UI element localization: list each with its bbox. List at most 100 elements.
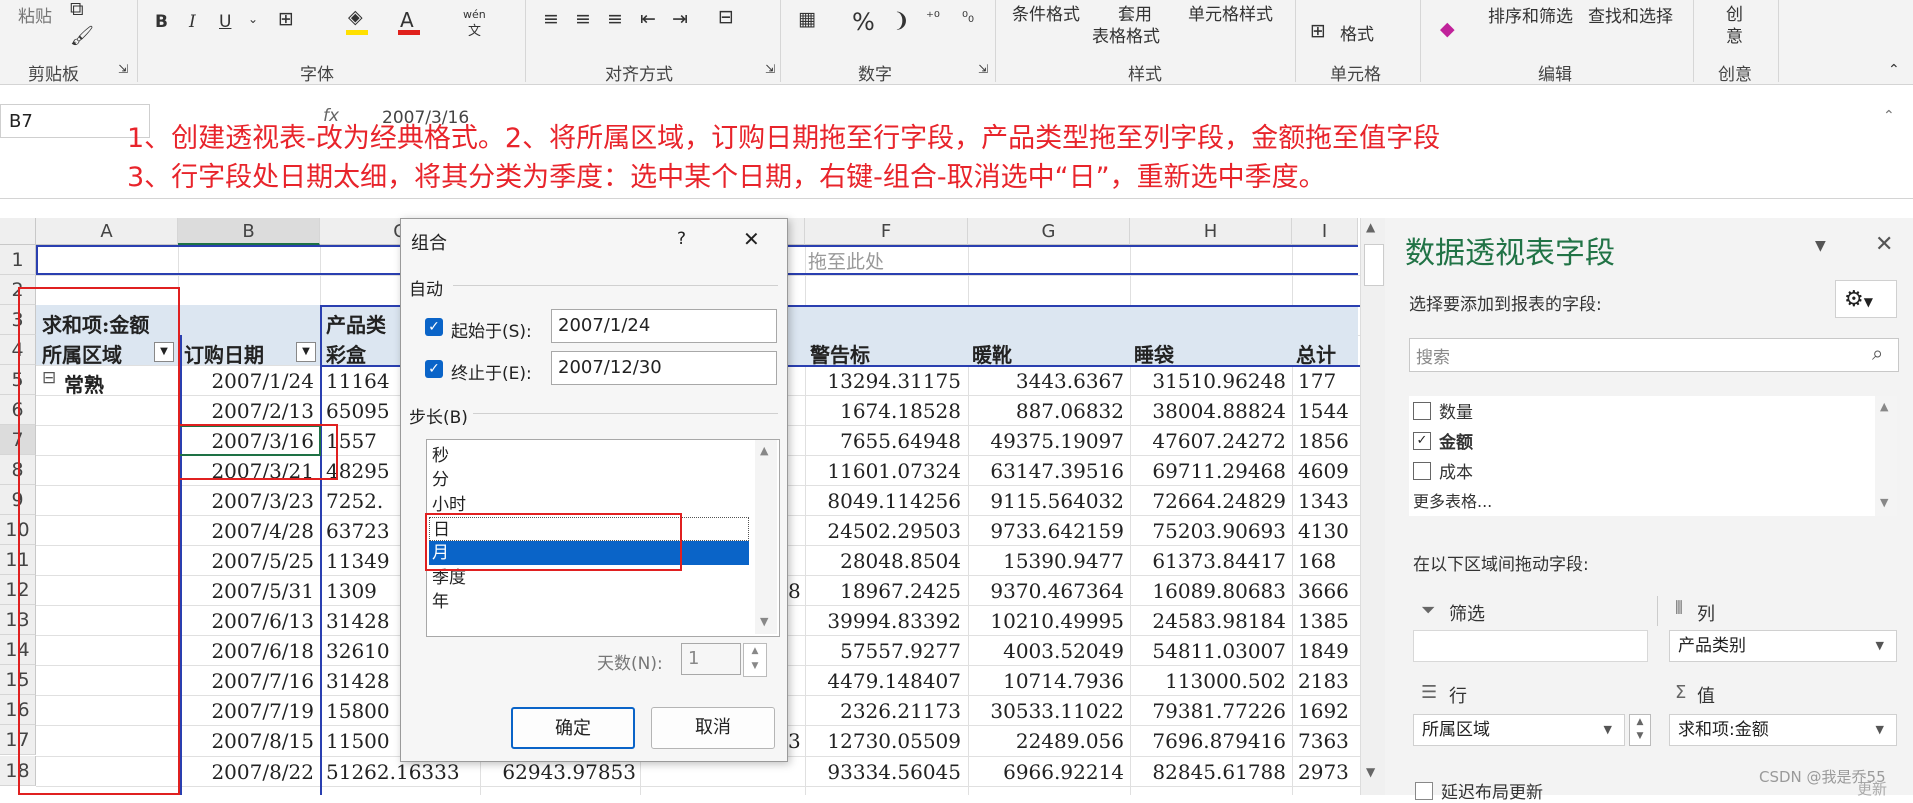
scroll-down-icon[interactable]: ▼ xyxy=(1366,765,1375,779)
table-cell[interactable]: 54811.03007 xyxy=(1130,639,1286,663)
table-cell[interactable]: 2007/8/15 xyxy=(178,729,314,753)
table-cell[interactable]: 38004.88824 xyxy=(1130,399,1286,423)
table-cell[interactable]: 4003.52049 xyxy=(968,639,1124,663)
column-header-f[interactable]: F xyxy=(805,218,968,245)
list-item[interactable]: 秒 xyxy=(429,444,749,468)
table-cell[interactable]: 57557.9277 xyxy=(805,639,961,663)
format-icon[interactable]: ⊞ xyxy=(1310,20,1326,42)
table-cell[interactable]: 2007/1/24 xyxy=(178,369,314,393)
conditional-format-button[interactable]: 条件格式 xyxy=(1012,0,1080,25)
cell-styles-button[interactable]: 单元格样式 xyxy=(1188,0,1273,25)
underline-button[interactable]: U xyxy=(219,12,231,32)
format-painter-icon[interactable]: 🖌 xyxy=(70,24,94,47)
days-spinner[interactable]: ▲ ▼ xyxy=(743,643,767,677)
table-cell[interactable]: 49375.19097 xyxy=(968,429,1124,453)
field-label[interactable]: 成本 xyxy=(1439,458,1473,483)
increase-decimal-icon[interactable]: ⁺⁰ xyxy=(926,8,940,26)
table-cell[interactable]: 1343 xyxy=(1298,489,1360,513)
table-cell[interactable]: 10210.49995 xyxy=(968,609,1124,633)
table-cell[interactable]: 2007/6/18 xyxy=(178,639,314,663)
table-cell[interactable]: 3666 xyxy=(1298,579,1360,603)
scroll-thumb[interactable] xyxy=(1364,244,1384,286)
table-cell[interactable]: 2183 xyxy=(1298,669,1360,693)
table-cell[interactable]: 39994.83392 xyxy=(805,609,961,633)
table-cell[interactable]: 4130 xyxy=(1298,519,1360,543)
table-cell[interactable]: 1674.18528 xyxy=(805,399,961,423)
indent-decrease-icon[interactable]: ⇤ xyxy=(640,8,656,30)
column-field-chip[interactable]: 产品类别 ▼ xyxy=(1669,630,1897,662)
table-cell[interactable]: 22489.056 xyxy=(968,729,1124,753)
table-cell[interactable]: 1692 xyxy=(1298,699,1360,723)
table-cell[interactable]: 1849 xyxy=(1298,639,1360,663)
table-cell[interactable]: 62943.97853 xyxy=(480,760,636,784)
table-cell[interactable]: 61373.84417 xyxy=(1130,549,1286,573)
paste-button[interactable]: 粘贴 xyxy=(18,2,52,27)
format-button[interactable]: 格式 xyxy=(1340,20,1374,45)
column-header-g[interactable]: G xyxy=(968,218,1130,245)
chevron-down-icon[interactable]: ▼ xyxy=(1876,715,1884,745)
table-cell[interactable]: 51262.16333 xyxy=(326,760,480,784)
table-cell[interactable]: 79381.77226 xyxy=(1130,699,1286,723)
pane-options-icon[interactable]: ▼ xyxy=(1815,238,1826,254)
table-cell[interactable]: 9115.564032 xyxy=(968,489,1124,513)
row-header[interactable]: 1 xyxy=(0,245,36,276)
align-right-icon[interactable]: ≡ xyxy=(607,8,623,30)
table-cell[interactable]: 82845.61788 xyxy=(1130,760,1286,784)
table-cell[interactable]: 2007/4/28 xyxy=(178,519,314,543)
table-cell[interactable]: 2973 xyxy=(1298,760,1360,784)
italic-button[interactable]: I xyxy=(189,12,196,32)
table-cell[interactable]: 7363 xyxy=(1298,729,1360,753)
fill-color-icon[interactable]: ◈ xyxy=(348,6,363,28)
column-field-label[interactable]: 产品类 xyxy=(326,309,386,338)
start-checkbox[interactable]: ✓ xyxy=(425,318,443,336)
table-cell[interactable]: 72664.24829 xyxy=(1130,489,1286,513)
field-search-input[interactable]: 搜索 ⌕ xyxy=(1409,338,1899,372)
vertical-scrollbar[interactable]: ▲ ▼ xyxy=(1360,218,1386,795)
font-color-button[interactable]: A xyxy=(400,8,414,32)
list-item[interactable]: 分 xyxy=(429,468,749,492)
comma-button[interactable]: ❩ xyxy=(893,8,910,32)
scroll-up-icon[interactable]: ▲ xyxy=(760,444,768,457)
table-cell[interactable]: 2007/7/19 xyxy=(178,699,314,723)
table-cell[interactable]: 113000.502 xyxy=(1130,669,1286,693)
column-header-b[interactable]: B xyxy=(178,218,320,245)
table-cell[interactable]: 13294.31175 xyxy=(805,369,961,393)
table-cell[interactable]: 93334.56045 xyxy=(805,760,961,784)
table-cell[interactable]: 7655.64948 xyxy=(805,429,961,453)
table-cell[interactable]: 30533.11022 xyxy=(968,699,1124,723)
table-cell[interactable]: 1385 xyxy=(1298,609,1360,633)
table-cell[interactable]: 2007/3/23 xyxy=(178,489,314,513)
end-checkbox[interactable]: ✓ xyxy=(425,360,443,378)
table-cell[interactable]: 11601.07324 xyxy=(805,459,961,483)
gear-icon[interactable]: ⚙▼ xyxy=(1835,280,1897,318)
table-cell[interactable]: 8 xyxy=(788,579,801,603)
table-cell[interactable]: 15390.9477 xyxy=(968,549,1124,573)
dialog-launcher-icon[interactable]: ⇲ xyxy=(765,62,775,76)
bold-button[interactable]: B xyxy=(155,12,168,32)
table-cell[interactable]: 887.06832 xyxy=(968,399,1124,423)
currency-icon[interactable]: ▦ xyxy=(798,8,816,30)
table-cell[interactable]: 177 xyxy=(1298,369,1360,393)
copy-icon[interactable]: ⧉ xyxy=(70,0,84,20)
sort-filter-button[interactable]: 排序和筛选 xyxy=(1488,2,1573,27)
table-cell[interactable]: 10714.7936 xyxy=(968,669,1124,693)
scroll-up-icon[interactable]: ▲ xyxy=(1366,220,1375,234)
days-input[interactable]: 1 xyxy=(681,643,741,675)
more-tables-link[interactable]: 更多表格... xyxy=(1413,488,1492,512)
indent-increase-icon[interactable]: ⇥ xyxy=(672,8,688,30)
table-cell[interactable]: 1856 xyxy=(1298,429,1360,453)
table-cell[interactable]: 2007/2/13 xyxy=(178,399,314,423)
table-cell[interactable]: 3443.6367 xyxy=(968,369,1124,393)
collapse-ribbon-icon[interactable]: ⌃ xyxy=(1888,62,1900,78)
listbox-scrollbar[interactable]: ▲ ▼ xyxy=(755,440,777,634)
table-cell[interactable]: 4479.148407 xyxy=(805,669,961,693)
defer-update-checkbox[interactable] xyxy=(1415,782,1433,800)
filter-drop-area[interactable] xyxy=(1413,630,1648,662)
cancel-button[interactable]: 取消 xyxy=(651,707,775,749)
column-header-h[interactable]: H xyxy=(1130,218,1292,245)
table-cell[interactable]: 2007/7/16 xyxy=(178,669,314,693)
select-all[interactable] xyxy=(0,218,36,245)
chevron-down-icon[interactable]: ⌄ xyxy=(248,12,258,26)
dialog-launcher-icon[interactable]: ⇲ xyxy=(118,62,128,76)
column-header-i[interactable]: I xyxy=(1292,218,1358,245)
